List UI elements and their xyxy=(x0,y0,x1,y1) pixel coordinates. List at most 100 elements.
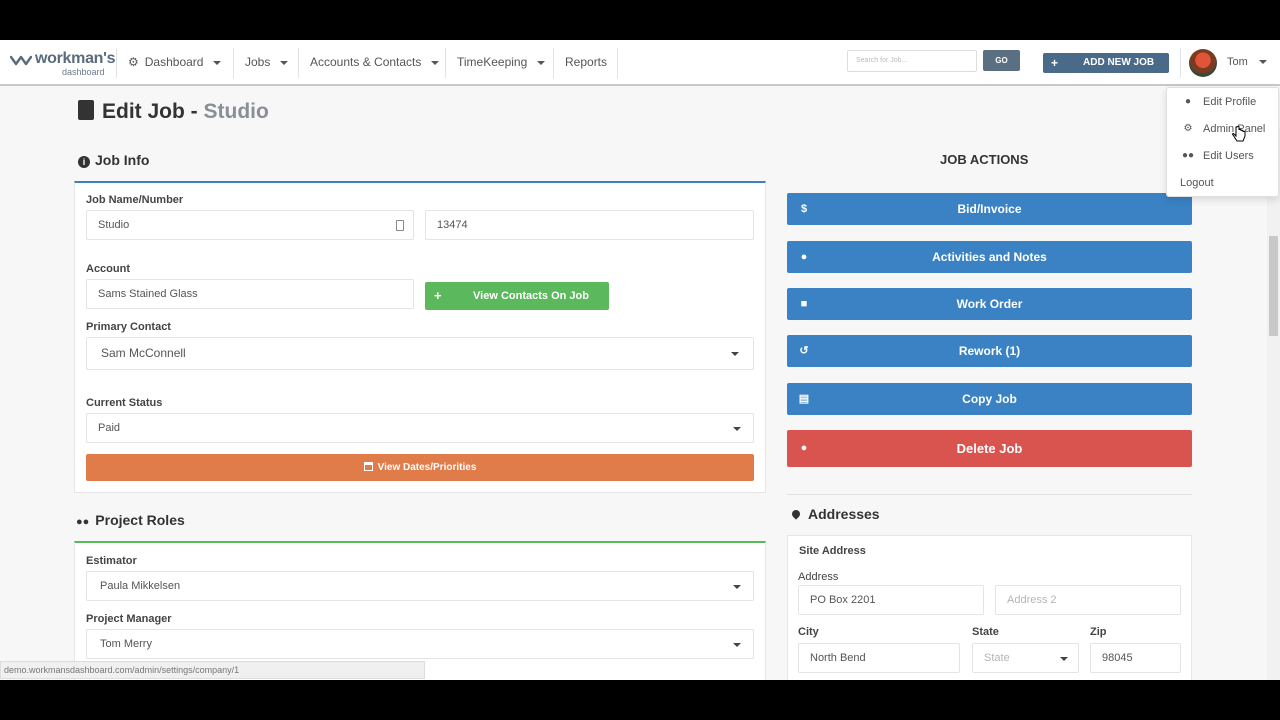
chevron-down-icon xyxy=(733,427,741,431)
chevron-down-icon xyxy=(537,60,546,65)
current-status-select[interactable]: Paid xyxy=(86,413,754,443)
nav-jobs-label: Jobs xyxy=(245,55,271,69)
job-info-heading-text: Job Info xyxy=(95,152,150,168)
view-contacts-label: View Contacts On Job xyxy=(473,290,589,302)
nav-divider xyxy=(617,48,618,78)
address1-field[interactable]: PO Box 2201 xyxy=(798,585,984,615)
view-dates-priorities-button[interactable]: View Dates/Priorities xyxy=(86,454,754,481)
work-order-button[interactable]: ■ Work Order xyxy=(787,288,1192,320)
rework-label: Rework (1) xyxy=(958,344,1021,358)
job-actions-heading: JOB ACTIONS xyxy=(940,152,1029,167)
menu-item-label: Edit Profile xyxy=(1203,96,1257,108)
nav-accounts-label: Accounts & Contacts xyxy=(310,55,422,69)
nav-divider xyxy=(298,48,299,78)
job-search-input[interactable]: Search for Job... xyxy=(847,50,977,72)
rework-button[interactable]: ↺ Rework (1) xyxy=(787,335,1192,367)
project-manager-select[interactable]: Tom Merry xyxy=(86,629,754,659)
chevron-down-icon xyxy=(731,352,739,356)
logo-wave-icon xyxy=(10,55,32,66)
job-name-label: Job Name/Number xyxy=(86,194,184,206)
project-roles-heading: ●● Project Roles xyxy=(76,512,185,528)
page-title: Edit Job - Studio xyxy=(78,100,269,124)
state-label: State xyxy=(972,626,999,638)
user-name[interactable]: Tom xyxy=(1227,40,1248,84)
info-icon: i xyxy=(78,156,90,168)
nav-divider xyxy=(1180,48,1181,78)
state-select[interactable]: State xyxy=(972,643,1079,673)
state-placeholder: State xyxy=(984,652,1010,664)
estimator-select[interactable]: Paula Mikkelsen xyxy=(86,571,754,601)
account-label: Account xyxy=(86,263,130,275)
page-scrollbar[interactable] xyxy=(1267,128,1280,680)
project-roles-heading-text: Project Roles xyxy=(95,512,185,528)
dashboard-icon: ⚙ xyxy=(128,55,139,69)
primary-contact-value: Sam McConnell xyxy=(101,346,186,360)
activities-notes-label: Activities and Notes xyxy=(932,250,1047,264)
nav-jobs[interactable]: Jobs xyxy=(245,40,289,86)
project-roles-panel xyxy=(74,541,766,680)
chevron-down-icon xyxy=(431,60,440,65)
menu-item-edit-users[interactable]: ●● Edit Users xyxy=(1167,144,1280,168)
chevron-down-icon xyxy=(733,585,741,589)
chevron-down-icon[interactable] xyxy=(1259,60,1267,64)
chevron-down-icon xyxy=(733,643,741,647)
user-menu-dropdown: ● Edit Profile ⚙ Admin Panel ●● Edit Use… xyxy=(1166,87,1279,197)
delete-job-label: Delete Job xyxy=(956,441,1023,456)
addresses-heading-text: Addresses xyxy=(808,506,880,522)
copy-job-button[interactable]: ▤ Copy Job xyxy=(787,383,1192,415)
job-name-field[interactable]: Studio xyxy=(86,210,414,240)
add-new-job-button[interactable]: + ADD NEW JOB xyxy=(1043,53,1169,73)
nav-accounts-contacts[interactable]: Accounts & Contacts xyxy=(310,40,440,86)
primary-contact-select[interactable]: Sam McConnell xyxy=(86,337,754,370)
app-viewport: workman's dashboard ⚙ Dashboard Jobs Acco… xyxy=(0,40,1280,680)
view-dates-label: View Dates/Priorities xyxy=(377,462,477,473)
nav-reports[interactable]: Reports xyxy=(565,40,607,86)
activities-notes-button[interactable]: ● Activities and Notes xyxy=(787,241,1192,273)
search-go-button[interactable]: GO xyxy=(983,50,1020,71)
menu-item-label: Logout xyxy=(1180,177,1214,189)
nav-timekeeping[interactable]: TimeKeeping xyxy=(457,40,546,86)
current-status-label: Current Status xyxy=(86,397,163,409)
job-number-field[interactable]: 13474 xyxy=(425,210,754,240)
estimator-value: Paula Mikkelsen xyxy=(100,580,181,592)
project-manager-value: Tom Merry xyxy=(100,638,152,650)
gear-icon: ⚙ xyxy=(1183,123,1193,134)
chevron-down-icon xyxy=(1060,657,1068,661)
address-label: Address xyxy=(798,571,839,583)
avatar[interactable] xyxy=(1189,49,1217,77)
top-navbar: workman's dashboard ⚙ Dashboard Jobs Acco… xyxy=(0,40,1280,86)
logo-sub: dashboard xyxy=(62,67,105,77)
job-name-value: Studio xyxy=(98,219,130,231)
nav-timekeeping-label: TimeKeeping xyxy=(457,55,528,69)
logo-word: workman's xyxy=(35,50,116,67)
map-marker-icon xyxy=(790,508,802,520)
workmans-logo[interactable]: workman's dashboard xyxy=(10,50,116,78)
scrollbar-thumb[interactable] xyxy=(1269,236,1278,336)
plus-icon: + xyxy=(434,288,442,303)
bid-invoice-label: Bid/Invoice xyxy=(957,202,1022,216)
menu-item-logout[interactable]: Logout xyxy=(1167,171,1280,195)
page-title-job: Studio xyxy=(203,100,269,123)
chevron-down-icon xyxy=(213,60,222,65)
nav-divider xyxy=(116,48,117,78)
menu-item-admin-panel[interactable]: ⚙ Admin Panel xyxy=(1167,117,1280,141)
users-icon: ●● xyxy=(1182,150,1195,161)
calendar-icon xyxy=(363,462,373,471)
bid-invoice-button[interactable]: $ Bid/Invoice xyxy=(787,193,1192,225)
address2-field[interactable]: Address 2 xyxy=(995,585,1181,615)
addresses-heading: Addresses xyxy=(790,506,880,522)
contact-card-icon xyxy=(396,220,404,231)
menu-item-label: Edit Users xyxy=(1203,150,1254,162)
city-label: City xyxy=(798,626,819,638)
delete-job-button[interactable]: ● Delete Job xyxy=(787,430,1192,467)
menu-item-edit-profile[interactable]: ● Edit Profile xyxy=(1167,90,1280,114)
zip-label: Zip xyxy=(1090,626,1107,638)
project-manager-label: Project Manager xyxy=(86,613,172,625)
city-field[interactable]: North Bend xyxy=(798,643,960,673)
account-field[interactable]: Sams Stained Glass xyxy=(86,279,414,309)
zip-field[interactable]: 98045 xyxy=(1090,643,1181,673)
nav-dashboard[interactable]: ⚙ Dashboard xyxy=(128,40,222,86)
nav-dashboard-label: Dashboard xyxy=(144,55,204,69)
divider xyxy=(787,494,1192,495)
view-contacts-button[interactable]: + View Contacts On Job xyxy=(425,282,609,310)
